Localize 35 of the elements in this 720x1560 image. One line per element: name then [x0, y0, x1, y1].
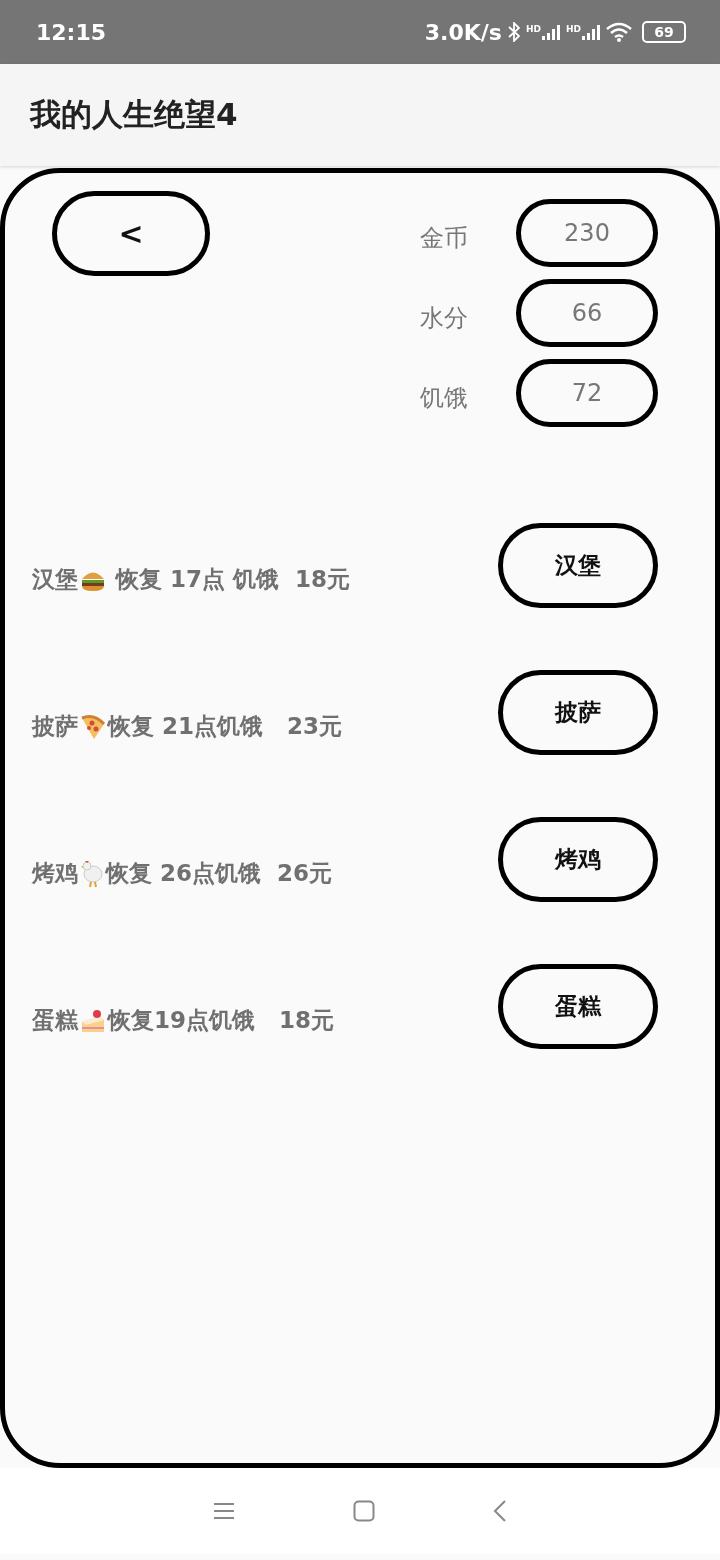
chicken-icon [80, 859, 104, 888]
food-name: 披萨 [32, 712, 78, 741]
network-speed: 3.0K/s [424, 19, 502, 45]
hd-label: HD [525, 24, 541, 34]
pizza-slice-icon [80, 713, 106, 740]
food-description: 恢复 17点 饥饿 18元 [114, 565, 351, 594]
stat-value: 66 [516, 279, 658, 347]
food-description: 恢复19点饥饿 18元 [108, 1006, 335, 1035]
back-icon[interactable] [493, 1500, 507, 1522]
app-title: 我的人生绝望4 [30, 95, 238, 134]
back-button[interactable]: < [52, 191, 210, 276]
signal-icon [542, 24, 560, 40]
buy-button[interactable]: 汉堡 [498, 523, 658, 608]
food-name: 蛋糕 [32, 1006, 78, 1035]
signal-icon [582, 24, 600, 40]
battery-level: 69 [642, 21, 686, 43]
stat-label: 水分 [420, 303, 468, 334]
buy-button[interactable]: 蛋糕 [498, 964, 658, 1049]
bluetooth-icon [507, 22, 520, 42]
buy-button[interactable]: 披萨 [498, 670, 658, 755]
wifi-icon [606, 22, 632, 42]
clock: 12:15 [36, 19, 107, 45]
stat-label: 金币 [420, 223, 468, 254]
food-description: 恢复 21点饥饿 23元 [108, 712, 343, 741]
menu-icon[interactable] [213, 1502, 235, 1520]
stat-value: 230 [516, 199, 658, 267]
food-name: 汉堡 [32, 565, 78, 594]
hd-label: HD [566, 24, 581, 34]
food-description: 恢复 26点饥饿 26元 [106, 859, 333, 888]
stat-label: 饥饿 [420, 383, 468, 414]
buy-button[interactable]: 烤鸡 [498, 817, 658, 902]
stat-value: 72 [516, 359, 658, 427]
home-icon[interactable] [353, 1500, 375, 1522]
cake-slice-icon [80, 1007, 106, 1034]
food-name: 烤鸡 [32, 859, 78, 888]
